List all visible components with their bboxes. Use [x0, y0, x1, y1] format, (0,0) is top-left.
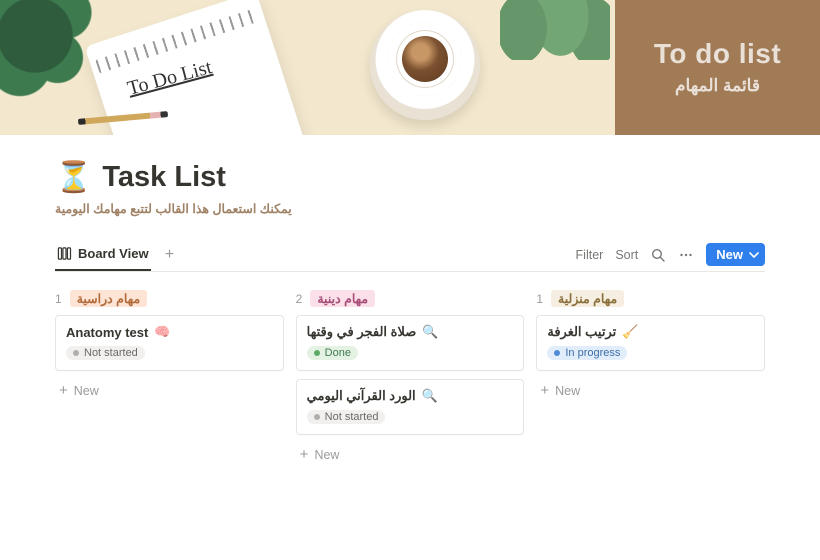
status-dot	[314, 414, 320, 420]
filter-button[interactable]: Filter	[576, 248, 604, 262]
board-card[interactable]: 🧠 Anatomy test Not started	[55, 315, 284, 371]
cover-title-en: To do list	[654, 39, 781, 70]
page-emoji[interactable]: ⏳	[55, 160, 92, 195]
ellipsis-icon	[678, 247, 694, 263]
column-tag: مهام دينية	[310, 290, 375, 307]
cover-image: To Do List To do list قائمة المهام	[0, 0, 820, 135]
card-icon: 🔍	[422, 388, 438, 404]
cover-title-ar: قائمة المهام	[675, 76, 760, 96]
column-count: 2	[296, 292, 303, 306]
more-button[interactable]	[678, 247, 694, 263]
card-icon: 🧹	[622, 324, 638, 340]
page-title-text: Task List	[102, 161, 226, 194]
card-title-text: صلاة الفجر في وقتها	[307, 324, 417, 340]
card-title-text: الورد القرآني اليومي	[307, 388, 416, 404]
search-icon	[650, 247, 666, 263]
column-header[interactable]: مهام منزلية 1	[536, 290, 765, 307]
chevron-down-icon	[749, 250, 759, 260]
card-title-text: Anatomy test	[66, 325, 148, 340]
column-header[interactable]: مهام دراسية 1	[55, 290, 284, 307]
status-dot	[554, 350, 560, 356]
tab-board-view[interactable]: Board View	[55, 238, 151, 271]
column-count: 1	[55, 292, 62, 306]
add-card-button[interactable]: + New	[55, 379, 284, 402]
view-tab-label: Board View	[78, 246, 149, 261]
card-title: 🔍 الورد القرآني اليومي	[307, 388, 514, 404]
database-view-bar: Board View + Filter Sort New	[55, 238, 765, 272]
search-button[interactable]	[650, 247, 666, 263]
board: مهام دراسية 1 🧠 Anatomy test Not started + New…	[55, 290, 765, 466]
plus-icon: +	[59, 383, 68, 398]
plus-icon: +	[540, 383, 549, 398]
page-title[interactable]: ⏳ Task List	[55, 160, 765, 195]
decor-cup	[370, 10, 480, 120]
board-column: مهام منزلية 1 🧹 ترتيب الغرفة In progress + New	[536, 290, 765, 466]
new-button[interactable]: New	[706, 243, 765, 266]
card-title: 🧠 Anatomy test	[66, 324, 273, 340]
card-title: 🧹 ترتيب الغرفة	[547, 324, 754, 340]
board-column: مهام دينية 2 🔍 صلاة الفجر في وقتها Done 🔍 الور…	[296, 290, 525, 466]
status-dot	[73, 350, 79, 356]
sort-button[interactable]: Sort	[615, 248, 638, 262]
add-card-label: New	[555, 384, 580, 398]
add-card-button[interactable]: + New	[296, 443, 525, 466]
status-dot	[314, 350, 320, 356]
page-subtitle[interactable]: يمكنك استعمال هذا القالب لتتبع مهامك الي…	[55, 201, 765, 216]
card-title-text: ترتيب الغرفة	[547, 324, 616, 340]
board-column: مهام دراسية 1 🧠 Anatomy test Not started + New	[55, 290, 284, 466]
column-tag: مهام منزلية	[551, 290, 624, 307]
new-button-label: New	[716, 247, 743, 262]
column-tag: مهام دراسية	[70, 290, 148, 307]
status-badge: Done	[307, 346, 358, 360]
status-badge: Not started	[307, 410, 386, 424]
add-card-button[interactable]: + New	[536, 379, 765, 402]
board-icon	[57, 246, 72, 261]
add-card-label: New	[314, 448, 339, 462]
board-card[interactable]: 🧹 ترتيب الغرفة In progress	[536, 315, 765, 371]
status-badge: In progress	[547, 346, 627, 360]
notepad-text: To Do List	[125, 56, 214, 101]
plus-icon: +	[300, 447, 309, 462]
board-card[interactable]: 🔍 الورد القرآني اليومي Not started	[296, 379, 525, 435]
card-icon: 🧠	[154, 324, 170, 340]
card-icon: 🔍	[422, 324, 438, 340]
cover-title-panel: To do list قائمة المهام	[615, 0, 820, 135]
status-badge: Not started	[66, 346, 145, 360]
add-card-label: New	[74, 384, 99, 398]
board-card[interactable]: 🔍 صلاة الفجر في وقتها Done	[296, 315, 525, 371]
card-title: 🔍 صلاة الفجر في وقتها	[307, 324, 514, 340]
column-count: 1	[536, 292, 543, 306]
add-view-button[interactable]: +	[159, 246, 181, 264]
decor-plant-2	[500, 0, 610, 60]
column-header[interactable]: مهام دينية 2	[296, 290, 525, 307]
